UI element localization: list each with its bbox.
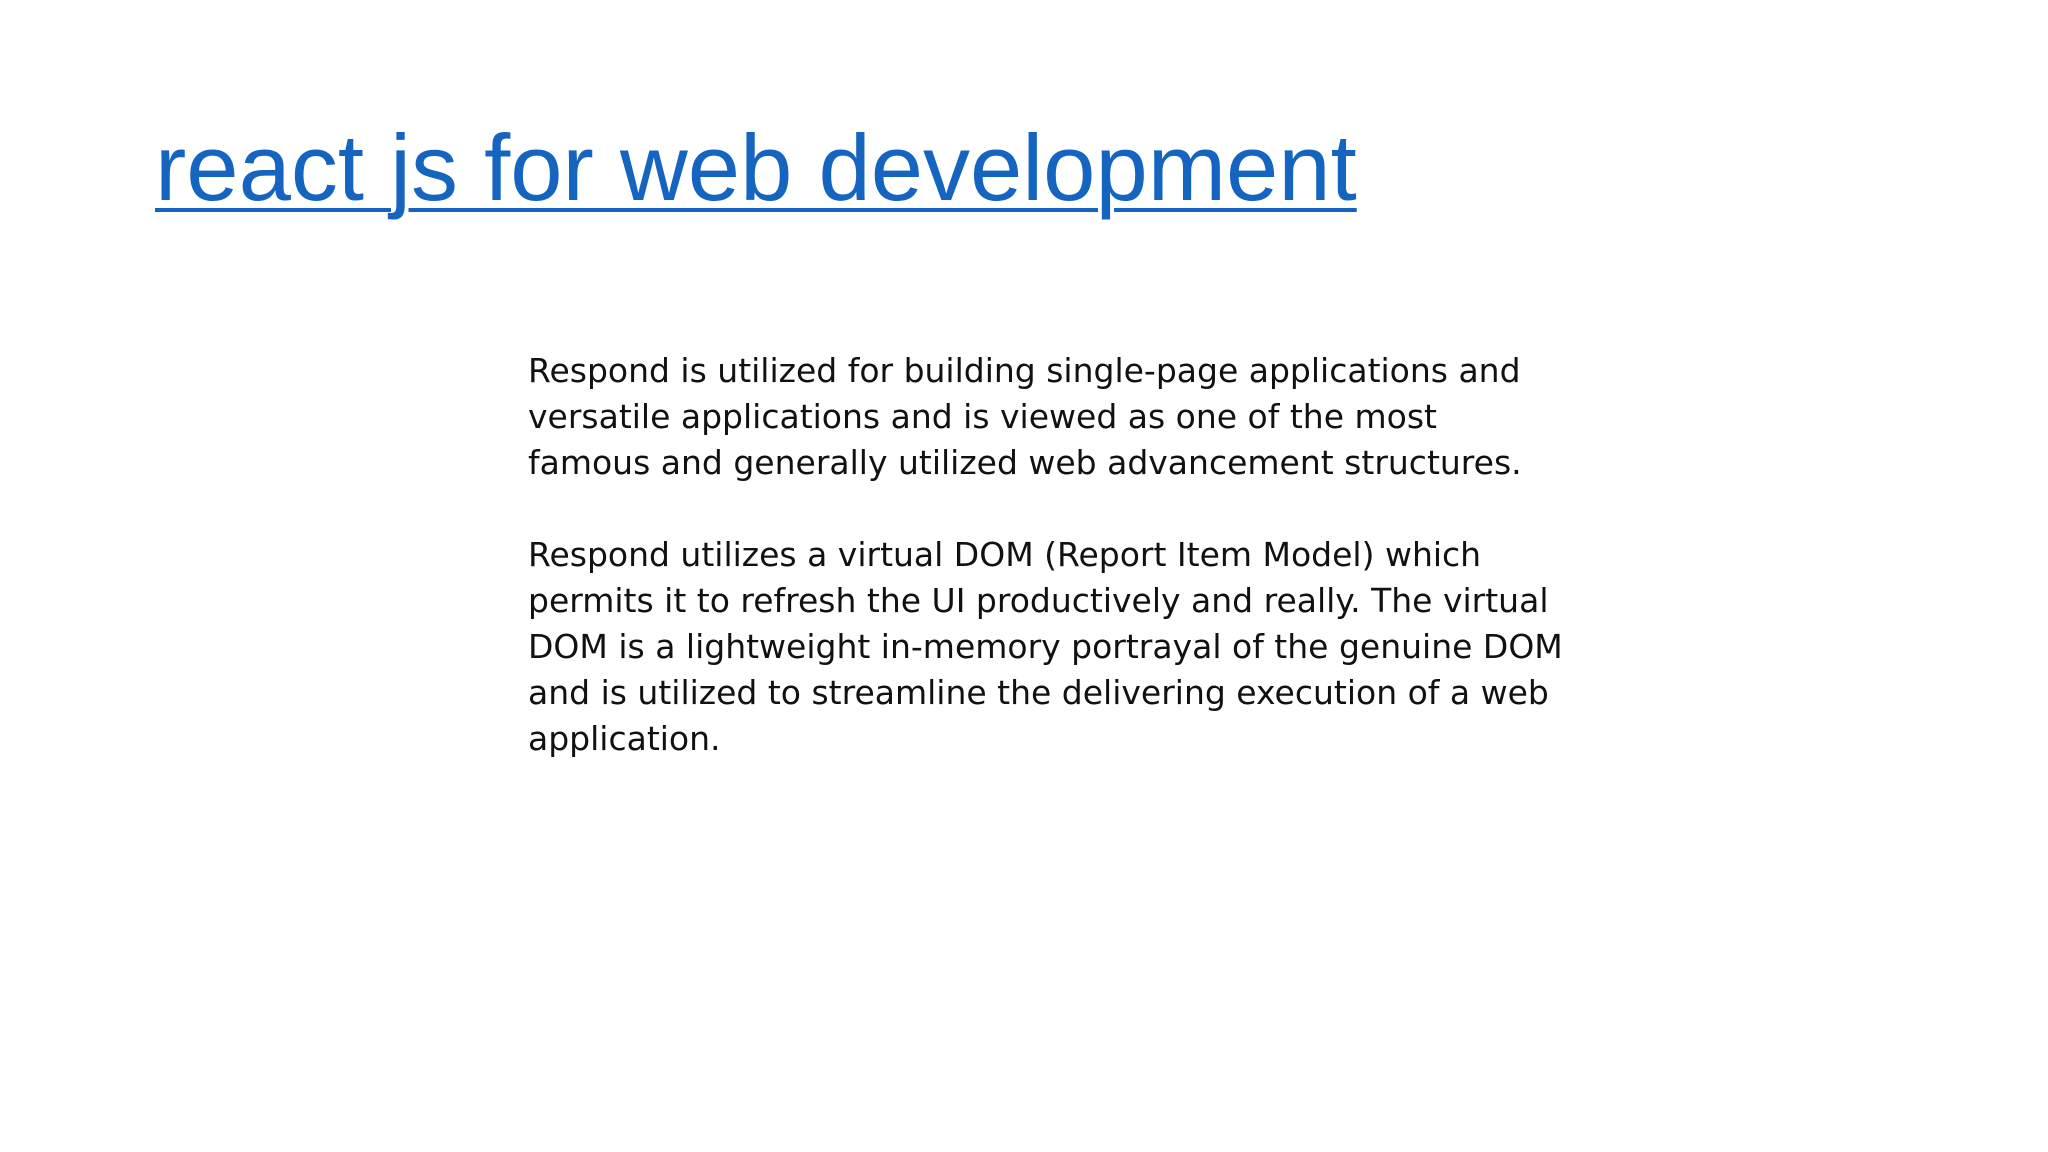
slide-body: Respond is utilized for building single-…	[528, 348, 1568, 808]
slide: react js for web development Respond is …	[0, 0, 2048, 1152]
body-paragraph-2: Respond utilizes a virtual DOM (Report I…	[528, 535, 1563, 758]
body-paragraph-1: Respond is utilized for building single-…	[528, 351, 1522, 482]
slide-title-link[interactable]: react js for web development	[155, 108, 1357, 228]
